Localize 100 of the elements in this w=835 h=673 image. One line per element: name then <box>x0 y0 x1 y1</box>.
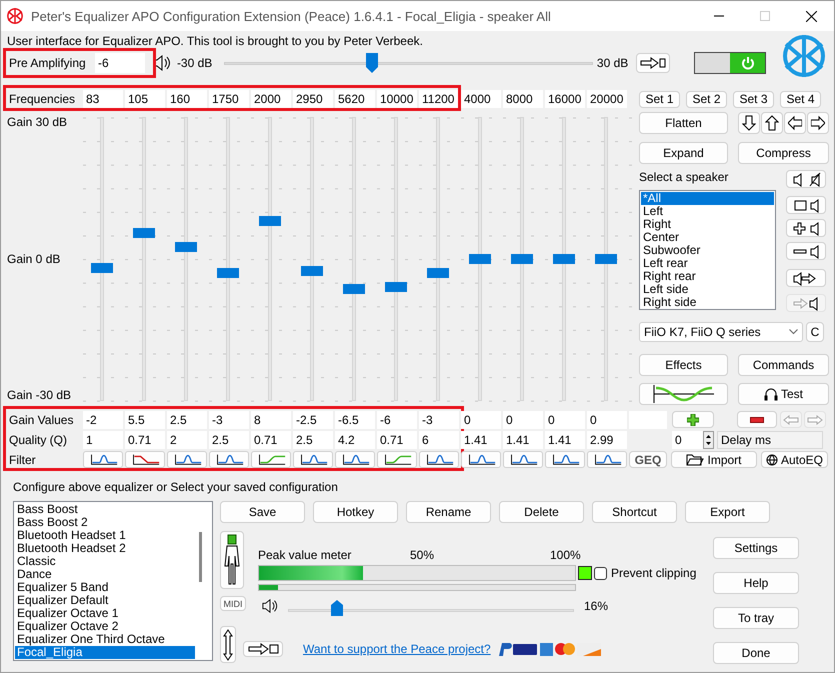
config-button[interactable]: Save <box>220 501 305 523</box>
midi-button[interactable]: MIDI <box>220 596 246 611</box>
band-slider[interactable] <box>427 114 449 404</box>
band-slider[interactable] <box>469 114 491 404</box>
geq-button[interactable]: GEQ <box>629 451 667 468</box>
preset-item[interactable]: Bluetooth Headset 1 <box>15 529 195 542</box>
preset-item[interactable]: Bluetooth Headset 2 <box>15 542 195 555</box>
slider-thumb[interactable] <box>91 263 113 274</box>
preset-item[interactable]: Dance <box>15 568 195 581</box>
speaker-item[interactable]: Left rear <box>641 257 774 270</box>
effects-button[interactable]: Effects <box>639 354 728 376</box>
pre-amp-slider[interactable] <box>224 53 593 73</box>
band-slider[interactable] <box>553 114 575 404</box>
compress-button[interactable]: Compress <box>738 142 829 164</box>
slider-thumb[interactable] <box>133 228 155 238</box>
speaker-button[interactable] <box>786 170 826 188</box>
frequency-field[interactable]: 16000 <box>545 90 585 108</box>
band-slider[interactable] <box>259 114 281 404</box>
set-button[interactable]: Set 1 <box>639 90 680 108</box>
frequency-field[interactable]: 105 <box>125 90 165 108</box>
gain-field[interactable]: 0 <box>587 410 627 428</box>
slider-thumb[interactable] <box>553 254 575 264</box>
speaker-item[interactable]: Left <box>641 205 774 218</box>
flatten-button[interactable]: Flatten <box>639 112 728 134</box>
arrow-button[interactable] <box>761 112 783 134</box>
gain-field[interactable]: -2 <box>83 410 123 428</box>
band-slider[interactable] <box>175 114 197 404</box>
set-button[interactable]: Set 3 <box>733 90 774 108</box>
speaker-item[interactable]: Left side <box>641 283 774 296</box>
quality-field[interactable]: 2.5 <box>293 430 333 448</box>
gain-field[interactable]: -6.5 <box>335 410 375 428</box>
filter-button[interactable] <box>293 451 333 468</box>
gain-field[interactable]: -6 <box>377 410 417 428</box>
slider-thumb[interactable] <box>343 284 365 294</box>
frequency-field[interactable]: 2950 <box>293 90 333 108</box>
band-slider[interactable] <box>511 114 533 404</box>
arrow-button[interactable] <box>738 112 760 134</box>
device-dropdown[interactable]: FiiO K7, FiiO Q series <box>639 322 803 342</box>
prevent-clipping-checkbox[interactable] <box>594 566 607 580</box>
speaker-item[interactable]: Center <box>641 231 774 244</box>
quality-field[interactable]: 6 <box>419 430 459 448</box>
speaker-button[interactable] <box>786 196 826 214</box>
filter-button[interactable] <box>167 451 207 468</box>
preset-item[interactable]: Equalizer Octave 1 <box>15 607 195 620</box>
arrow-button[interactable] <box>807 112 829 134</box>
gain-field[interactable]: -2.5 <box>293 410 333 428</box>
band-slider[interactable] <box>343 114 365 404</box>
config-button[interactable]: Rename <box>406 501 491 523</box>
filter-button[interactable] <box>461 451 501 468</box>
delay-field[interactable]: Delay ms <box>717 430 823 448</box>
frequency-field[interactable]: 4000 <box>461 90 501 108</box>
gain-field[interactable]: 0 <box>545 410 585 428</box>
gain-field[interactable]: 2.5 <box>167 410 207 428</box>
support-link[interactable]: Want to support the Peace project? <box>303 642 491 656</box>
quality-field[interactable]: 1.41 <box>545 430 585 448</box>
config-button[interactable]: Delete <box>499 501 584 523</box>
config-button[interactable]: Export <box>685 501 770 523</box>
frequency-field[interactable]: 20000 <box>587 90 627 108</box>
quality-field[interactable]: 2.99 <box>587 430 627 448</box>
curve-button[interactable] <box>639 383 728 405</box>
autoeq-button[interactable]: AutoEQ <box>761 451 828 468</box>
speaker-item[interactable]: Subwoofer <box>641 244 774 257</box>
gain-field[interactable]: 5.5 <box>125 410 165 428</box>
speaker-button[interactable] <box>786 219 826 237</box>
band-slider[interactable] <box>217 114 239 404</box>
band-slider[interactable] <box>301 114 323 404</box>
arrow-button[interactable] <box>784 112 806 134</box>
speaker-item[interactable]: Right side <box>641 296 774 309</box>
filter-button[interactable] <box>125 451 165 468</box>
filter-button[interactable] <box>377 451 417 468</box>
slider-thumb[interactable] <box>595 254 617 264</box>
quality-field[interactable]: 4.2 <box>335 430 375 448</box>
filter-button[interactable] <box>335 451 375 468</box>
filter-button[interactable] <box>251 451 291 468</box>
expand-button[interactable]: Expand <box>639 142 728 164</box>
slider-thumb[interactable] <box>259 216 281 226</box>
quality-field[interactable]: 2 <box>167 430 207 448</box>
set-button[interactable]: Set 2 <box>686 90 727 108</box>
slider-thumb[interactable] <box>330 600 343 616</box>
slider-thumb[interactable] <box>385 282 407 292</box>
pre-amp-field[interactable]: -6 <box>95 53 145 73</box>
frequency-field[interactable]: 11200 <box>419 90 459 108</box>
side-button[interactable]: To tray <box>713 607 799 629</box>
gain-field[interactable]: 0 <box>503 410 543 428</box>
person-button[interactable] <box>220 531 244 589</box>
band-slider[interactable] <box>133 114 155 404</box>
speaker-button[interactable] <box>786 269 826 287</box>
gain-field[interactable]: 8 <box>251 410 291 428</box>
frequency-field[interactable]: 1750 <box>209 90 249 108</box>
quality-field[interactable]: 0.71 <box>377 430 417 448</box>
gain-field[interactable]: 0 <box>461 410 501 428</box>
filter-button[interactable] <box>545 451 585 468</box>
side-button[interactable]: Settings <box>713 537 799 559</box>
quality-field[interactable]: 1 <box>83 430 123 448</box>
speaker-item[interactable]: *All <box>641 192 774 205</box>
band-slider[interactable] <box>595 114 617 404</box>
speaker-item[interactable]: Right <box>641 218 774 231</box>
quality-field[interactable]: 2.5 <box>209 430 249 448</box>
export-button[interactable] <box>636 53 670 73</box>
slider-thumb[interactable] <box>217 268 239 278</box>
